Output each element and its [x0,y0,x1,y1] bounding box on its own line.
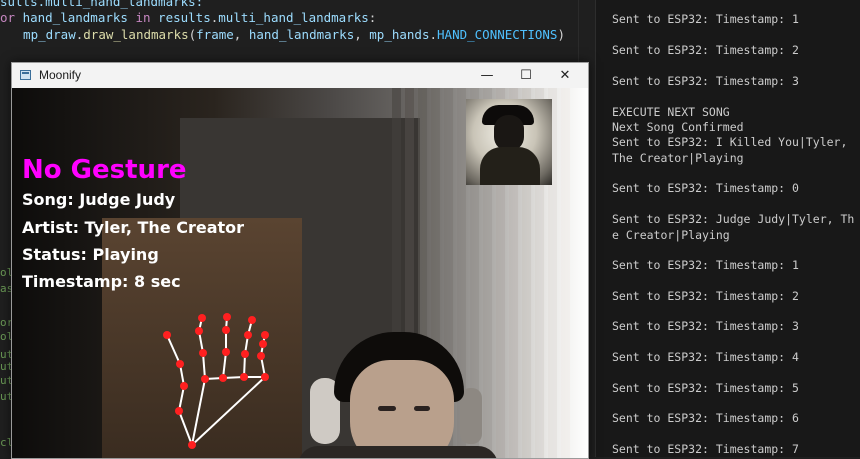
terminal-line: Sent to ESP32: Timestamp: 3 [612,74,799,88]
terminal-output[interactable]: Sent to ESP32: Timestamp: 1 Sent to ESP32… [595,0,860,457]
code-token: hand_landmarks [248,27,355,42]
code-line: or hand_landmarks in results.multi_hand_… [0,10,376,25]
app-window-icon [20,70,31,80]
code-token: results [158,10,211,25]
code-token: , [233,27,249,42]
terminal-line: Next Song Confirmed [612,120,744,134]
code-token: in [127,10,159,25]
hand-landmark-point [248,316,256,324]
terminal-line: Sent to ESP32: Timestamp: 1 [612,258,799,272]
code-token: mp_draw [8,27,76,42]
code-token: frame [196,27,234,42]
close-button[interactable]: ✕ [542,63,588,88]
hand-landmark-point [163,331,171,339]
code-token: or [0,10,23,25]
code-token: sults.multi_hand_landmarks: [0,0,204,9]
terminal-line: Sent to ESP32: Timestamp: 4 [612,350,799,364]
code-token: mp_hands [369,27,430,42]
hand-landmark-point [259,340,267,348]
window-titlebar[interactable]: Moonify — ☐ ✕ [12,63,588,88]
terminal-line: Sent to ESP32: Timestamp: 3 [612,319,799,333]
terminal-line: Sent to ESP32: Timestamp: 5 [612,381,799,395]
hand-connection [166,334,181,365]
hand-landmarks-overlay [163,313,269,449]
hand-landmark-point [195,327,203,335]
hand-landmark-point [257,352,265,360]
hand-landmark-point [222,326,230,334]
code-line: sults.multi_hand_landmarks: [0,0,203,9]
hand-landmark-point [199,349,207,357]
hand-landmark-point [222,348,230,356]
code-line: mp_draw.draw_landmarks(frame, hand_landm… [8,27,565,42]
terminal-line: Sent to ESP32: Timestamp: 1 [612,12,799,26]
code-token: ) [557,27,565,42]
hand-landmark-point [261,331,269,339]
terminal-line: Sent to ESP32: I Killed You|Tyler, The C… [612,135,855,165]
terminal-line: Sent to ESP32: Timestamp: 0 [612,181,799,195]
code-token: HAND_CONNECTIONS [437,27,558,42]
code-token: draw_landmarks [83,27,189,42]
terminal-line: Sent to ESP32: Judge Judy|Tyler, The Cre… [612,212,855,242]
code-token: : [368,10,377,25]
hand-landmark-point [240,373,248,381]
hand-landmark-point [188,441,196,449]
code-token: , [354,27,370,42]
hand-landmark-point [261,373,269,381]
hand-landmark-point [223,313,231,321]
camera-feed: No Gesture Song: Judge Judy Artist: Tyle… [12,88,588,458]
code-token: hand_landmarks [22,10,128,25]
terminal-line: Sent to ESP32: Timestamp: 2 [612,289,799,303]
terminal-line: EXECUTE NEXT SONG [612,105,730,119]
hand-landmark-point [244,331,252,339]
hand-landmark-point [219,374,227,382]
moonify-window[interactable]: Moonify — ☐ ✕ No Gesture Song: Judge Jud… [11,62,589,459]
code-token: . [429,27,438,42]
window-title: Moonify [39,68,82,82]
terminal-line: Sent to ESP32: Timestamp: 7 [612,442,799,456]
code-token: multi_hand_landmarks [218,10,369,25]
hand-landmark-point [180,382,188,390]
hand-landmark-point [241,350,249,358]
hand-landmark-point [201,375,209,383]
terminal-line: Sent to ESP32: Timestamp: 2 [612,43,799,57]
hand-connection [178,410,193,446]
hand-landmark-point [175,407,183,415]
terminal-line: Sent to ESP32: Timestamp: 6 [612,411,799,425]
hand-landmark-point [198,314,206,322]
hand-landmark-point [176,360,184,368]
